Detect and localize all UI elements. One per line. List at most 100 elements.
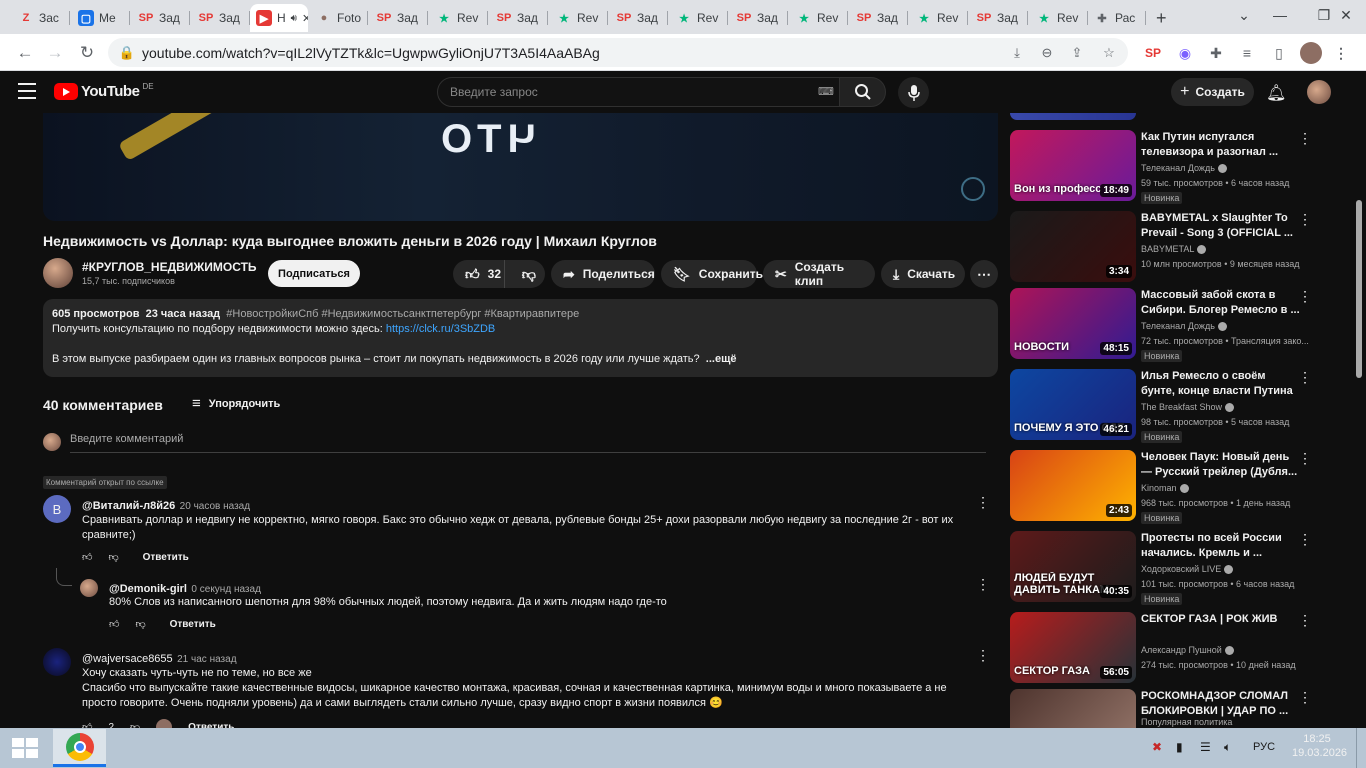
browser-tab[interactable]: SP Зад xyxy=(370,4,428,32)
description-link[interactable]: https://clck.ru/3SbZDB xyxy=(386,323,495,335)
sort-comments-button[interactable]: ≡ Упорядочить xyxy=(192,395,280,412)
network-error-icon[interactable]: ✖ xyxy=(1152,740,1162,754)
close-window-icon[interactable]: ✕ xyxy=(1324,0,1366,30)
subscribe-button[interactable]: Подписаться xyxy=(268,260,360,287)
browser-tab[interactable]: ● Foto xyxy=(310,4,368,32)
recommended-channel[interactable]: Александр Пушной xyxy=(1141,645,1234,656)
bookmark-star-icon[interactable]: ☆ xyxy=(1100,44,1118,62)
video-player[interactable]: ЧТО xyxy=(43,113,998,221)
search-input[interactable]: Введите запрос xyxy=(450,85,538,99)
comment-avatar[interactable]: В xyxy=(43,495,71,523)
more-actions-button[interactable]: ⋯ xyxy=(970,260,998,288)
show-more-link[interactable]: ...ещё xyxy=(706,353,737,365)
browser-tab[interactable]: ✚ Рас xyxy=(1088,4,1146,32)
voice-search-button[interactable] xyxy=(898,77,929,108)
browser-tab[interactable]: SP Зад xyxy=(490,4,548,32)
comment-author[interactable]: @Виталий-л8й26 xyxy=(82,500,175,512)
video-menu-icon[interactable]: ⋮ xyxy=(1297,369,1313,385)
video-menu-icon[interactable]: ⋮ xyxy=(1297,211,1313,227)
recommended-title[interactable]: Человек Паук: Новый день — Русский трейл… xyxy=(1141,450,1301,480)
share-button[interactable]: ➦ Поделиться xyxy=(551,260,655,288)
thumbs-down-icon[interactable]: 👎︎ xyxy=(108,551,118,563)
reply-avatar[interactable] xyxy=(80,579,98,597)
show-desktop-button[interactable] xyxy=(1356,728,1366,768)
youtube-logo[interactable]: YouTube DE xyxy=(54,82,154,100)
thumbs-up-icon[interactable]: 👍︎ xyxy=(109,618,119,630)
browser-tab[interactable]: SP Зад xyxy=(730,4,788,32)
recommended-title[interactable]: Массовый забой скота в Сибири. Блогер Ре… xyxy=(1141,288,1301,318)
browser-tab[interactable]: ▢ Me xyxy=(72,4,130,32)
dislike-button[interactable]: 👎︎ xyxy=(513,260,545,288)
back-icon[interactable]: ← xyxy=(12,40,38,66)
browser-tab[interactable]: SP Зад xyxy=(850,4,908,32)
comment-avatar[interactable] xyxy=(43,648,71,676)
browser-tab[interactable]: SP Зад xyxy=(132,4,190,32)
channel-avatar[interactable] xyxy=(43,258,73,288)
recommended-channel[interactable]: Телеканал Дождь xyxy=(1141,163,1227,174)
chrome-taskbar-button[interactable] xyxy=(53,729,106,767)
install-icon[interactable]: ⤓ xyxy=(1008,44,1026,62)
recommended-channel[interactable]: Ходорковский LIVE xyxy=(1141,564,1234,575)
keyboard-icon[interactable]: ⌨ xyxy=(818,85,834,98)
browser-tab-active[interactable]: ▶ Н 🔊︎ ✕ xyxy=(250,4,308,32)
windows-start-icon[interactable] xyxy=(12,738,38,758)
video-thumbnail[interactable]: ЛЮДЕЙ БУДУТ ДАВИТЬ ТАНКАМ 40:35 xyxy=(1010,531,1136,602)
sp-extension-icon[interactable]: SP xyxy=(1142,42,1164,64)
browser-tab[interactable]: ★ Rev xyxy=(670,4,728,32)
reply-author[interactable]: @Demonik-girl xyxy=(109,583,187,595)
hamburger-menu-icon[interactable] xyxy=(18,83,36,99)
recommended-title[interactable]: Протесты по всей России начались. Кремль… xyxy=(1141,531,1301,561)
browser-tab[interactable]: SP Зад xyxy=(970,4,1028,32)
input-language[interactable]: РУС xyxy=(1253,741,1275,753)
search-box[interactable]: Введите запрос ⌨ xyxy=(437,77,840,107)
zoom-icon[interactable]: ⊖ xyxy=(1038,44,1056,62)
browser-tab[interactable]: SP Зад xyxy=(192,4,250,32)
comment-input[interactable]: Введите комментарий xyxy=(70,433,986,453)
thumbs-down-icon[interactable]: 👎︎ xyxy=(135,618,145,630)
recommended-video[interactable]: Вон из професс 18:49 Как Путин испугался т… xyxy=(1010,130,1312,205)
reload-icon[interactable]: ↻ xyxy=(74,40,100,66)
recommended-title[interactable]: СЕКТОР ГАЗА | РОК ЖИВ xyxy=(1141,612,1301,627)
profile-avatar[interactable] xyxy=(1300,42,1322,64)
search-button[interactable] xyxy=(839,77,886,107)
video-thumbnail[interactable]: ПОЧЕМУ Я ЭТО СДЕ 46:21 xyxy=(1010,369,1136,440)
browser-tab[interactable]: ★ Rev xyxy=(790,4,848,32)
puzzle-icon[interactable]: ✚ xyxy=(1205,42,1227,64)
browser-tab[interactable]: ★ Rev xyxy=(910,4,968,32)
browser-tab[interactable]: ★ Rev xyxy=(430,4,488,32)
recommended-video[interactable]: 3:34 BABYMETAL x Slaughter To Prevail - S… xyxy=(1010,211,1313,286)
recommended-channel[interactable]: The Breakfast Show xyxy=(1141,402,1235,413)
recommended-video[interactable]: НОВОСТИ 48:15 Массовый забой скота в Сибир… xyxy=(1010,288,1312,363)
comment-time[interactable]: 21 час назад xyxy=(177,654,236,665)
new-tab-button[interactable]: + xyxy=(1150,4,1176,32)
video-thumbnail[interactable]: СЕКТОР ГАЗА 56:05 xyxy=(1010,612,1136,683)
comment-menu-icon[interactable]: ⋮ xyxy=(975,494,991,510)
reply-button[interactable]: Ответить xyxy=(170,619,216,630)
video-thumbnail[interactable]: 3:34 xyxy=(1010,211,1136,282)
device-icon[interactable]: ▮ xyxy=(1176,740,1183,754)
like-button[interactable]: 👍︎ 32 xyxy=(453,260,505,288)
recommended-channel[interactable]: Kinoman xyxy=(1141,483,1189,494)
comment-author[interactable]: @wajversace8655 xyxy=(82,653,173,665)
volume-icon[interactable]: 🔈︎ xyxy=(1224,740,1231,755)
browser-tab[interactable]: ★ Rev xyxy=(1030,4,1088,32)
recommended-video[interactable]: ПОЧЕМУ Я ЭТО СДЕ 46:21 Илья Ремесло о своё… xyxy=(1010,369,1313,444)
tab-close-icon[interactable]: ✕ xyxy=(302,12,308,25)
clip-button[interactable]: ✂ Создать клип xyxy=(763,260,875,288)
channel-name[interactable]: #КРУГЛОВ_НЕДВИЖИМОСТЬ xyxy=(82,260,257,274)
tab-audio-icon[interactable]: 🔊︎ xyxy=(291,13,297,24)
account-avatar[interactable] xyxy=(1307,80,1331,104)
page-scrollbar-thumb[interactable] xyxy=(1356,200,1362,378)
channel-watermark-icon[interactable] xyxy=(961,177,985,201)
browser-tab[interactable]: SP Зад xyxy=(610,4,668,32)
video-menu-icon[interactable]: ⋮ xyxy=(1297,450,1313,466)
hashtags[interactable]: #НовостройкиСпб #Недвижимостьсанктпетерб… xyxy=(226,308,579,320)
video-menu-icon[interactable]: ⋮ xyxy=(1297,689,1313,705)
comment-menu-icon[interactable]: ⋮ xyxy=(975,576,991,592)
video-thumbnail[interactable] xyxy=(1010,689,1136,728)
reply-button[interactable]: Ответить xyxy=(143,552,189,563)
recommended-video[interactable]: ЛЮДЕЙ БУДУТ ДАВИТЬ ТАНКАМ 40:35 Протесты п… xyxy=(1010,531,1312,606)
lock-icon[interactable]: 🔒 xyxy=(118,44,136,62)
browser-tab[interactable]: Z Зас xyxy=(12,4,70,32)
recommended-title[interactable]: Илья Ремесло о своём бунте, конце власти… xyxy=(1141,369,1301,399)
